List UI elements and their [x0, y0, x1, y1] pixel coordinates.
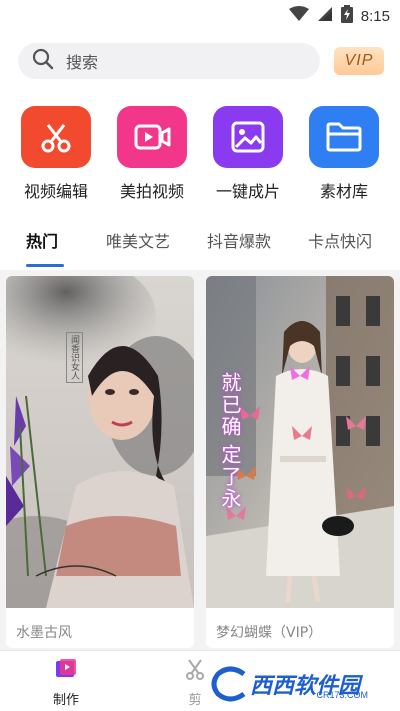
- template-feed: 闻香识女人 水墨古风 就已确 定了永 梦幻蝴蝶（VIP）: [0, 270, 400, 650]
- feature-label: 一键成片: [215, 182, 280, 201]
- signal-icon: [317, 6, 333, 26]
- template-title: 梦幻蝴蝶（VIP）: [216, 625, 323, 641]
- feature-label: 素材库: [319, 182, 368, 201]
- feature-label: 视频编辑: [23, 182, 88, 201]
- tab-beat[interactable]: 卡点快闪: [308, 228, 372, 252]
- folder-icon: [309, 106, 379, 168]
- search-placeholder: 搜索: [66, 53, 99, 72]
- overlay-text-left-2: 定了永: [218, 444, 242, 510]
- nav-create[interactable]: 制作: [26, 657, 106, 708]
- tab-indicator: [26, 264, 64, 267]
- search-input[interactable]: 搜索: [18, 43, 320, 79]
- feature-grid: 视频编辑 美拍视频 一键成片 素材库: [0, 106, 400, 202]
- status-time: 8:15: [360, 7, 390, 25]
- template-title: 水墨古风: [16, 625, 72, 641]
- image-icon: [213, 106, 283, 168]
- create-icon: [54, 657, 78, 685]
- search-icon: [32, 48, 54, 74]
- wifi-icon: [288, 6, 309, 26]
- template-thumbnail: 就已确 定了永: [206, 276, 394, 608]
- vip-button[interactable]: VIP: [334, 47, 384, 75]
- battery-charging-icon: [340, 5, 353, 27]
- watermark-sub: CR173.COM: [316, 690, 368, 700]
- search-row: 搜索 VIP: [18, 42, 384, 80]
- feature-one-click[interactable]: 一键成片: [200, 106, 296, 202]
- template-card[interactable]: 就已确 定了永 梦幻蝴蝶（VIP）: [206, 276, 394, 648]
- tab-douyin[interactable]: 抖音爆款: [207, 228, 271, 252]
- watermark-logo: 西西软件园 CR173.COM: [210, 664, 382, 704]
- overlay-text-left: 就已确: [218, 372, 242, 438]
- nav-label: 剪: [188, 693, 202, 708]
- tab-aesthetic[interactable]: 唯美文艺: [106, 228, 170, 252]
- category-tabs: 热门 唯美文艺 抖音爆款 卡点快闪: [0, 224, 400, 270]
- watermark-mark-icon: [211, 666, 246, 702]
- status-bar: 8:15: [0, 0, 400, 32]
- scissors-icon: [21, 106, 91, 168]
- stamp-text: 闻香识女人: [66, 332, 83, 383]
- nav-label: 制作: [52, 693, 79, 708]
- feature-video-edit[interactable]: 视频编辑: [8, 106, 104, 202]
- feature-beauty-video[interactable]: 美拍视频: [104, 106, 200, 202]
- template-card[interactable]: 闻香识女人 水墨古风: [6, 276, 194, 648]
- feature-material-library[interactable]: 素材库: [296, 106, 392, 202]
- scissors-nav-icon: [183, 657, 207, 685]
- feature-label: 美拍视频: [119, 182, 184, 201]
- tab-hot[interactable]: 热门: [26, 228, 58, 252]
- video-camera-icon: [117, 106, 187, 168]
- template-thumbnail: 闻香识女人: [6, 276, 194, 608]
